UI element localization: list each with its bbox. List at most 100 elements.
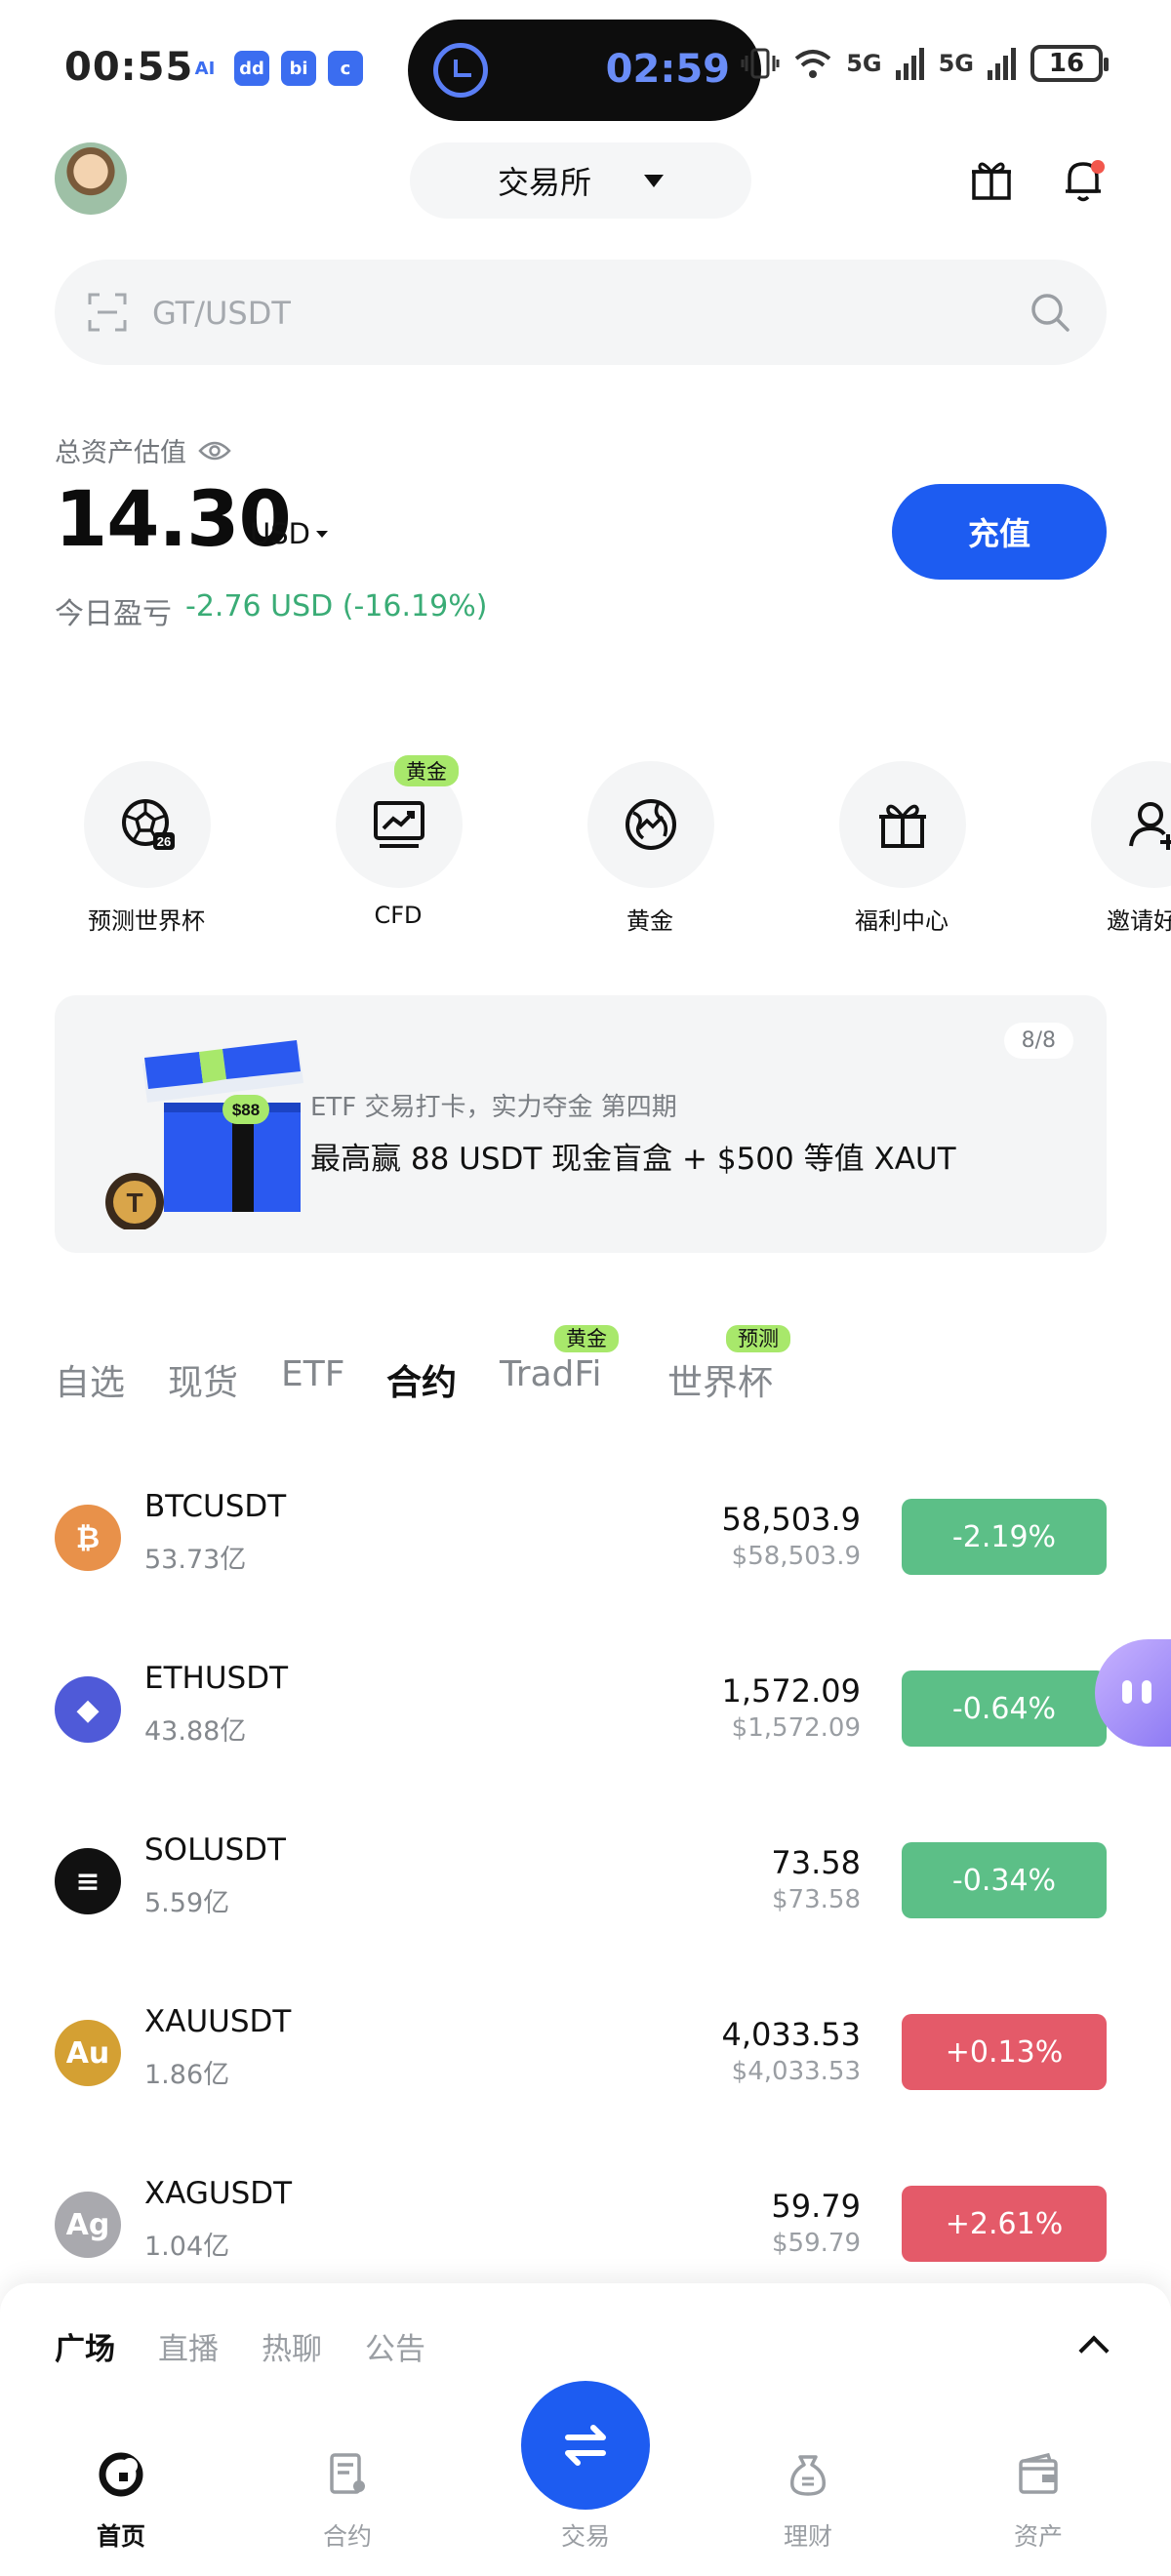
total-assets-label-text: 总资产估值 [55,438,186,468]
daily-pnl-value: -2.76 USD (-16.19%) [185,589,488,624]
tab-badge: 预测 [726,1325,790,1352]
tab-live[interactable]: 直播 [158,2324,219,2373]
change-percent-pill[interactable]: -0.34% [902,1842,1107,1918]
change-percent-pill[interactable]: -0.64% [902,1670,1107,1747]
nav-label: 理财 [783,2522,832,2551]
market-price: 58,503.9 [721,1501,862,1538]
tab-square[interactable]: 广场 [55,2324,115,2373]
market-row[interactable]: ◆ ETHUSDT 43.88亿 1,572.09 $1,572.09 -0.64% [55,1655,1107,1762]
market-symbol: SOLUSDT [144,1832,286,1868]
currency-selector[interactable]: USD [250,517,328,550]
status-app-icons: AI dd bi c [187,51,363,86]
market-symbol: XAUUSDT [144,2004,292,2039]
tab-hot-chat[interactable]: 热聊 [262,2324,322,2373]
exchange-switch[interactable]: 交易所 [410,142,751,219]
deposit-button[interactable]: 充值 [892,484,1107,580]
chart-board-icon [374,801,424,848]
delivery-app-icon: dd [234,51,269,86]
tab-worldcup[interactable]: 世界杯 [667,1354,773,1405]
tab-favorites[interactable]: 自选 [55,1354,125,1405]
contract-icon [330,2453,365,2494]
market-price-usd: $58,503.9 [731,1542,861,1571]
search-icon[interactable] [1029,291,1071,334]
banner-page-indicator: 8/8 [1003,1023,1073,1059]
shortcut-label: 福利中心 [855,907,949,935]
network-type-1: 5G [846,50,882,77]
market-volume: 53.73亿 [144,1545,247,1575]
status-time: 00:55 [64,45,194,90]
shortcut-gold[interactable]: 黄金 [552,761,747,937]
svg-text:26: 26 [157,834,171,849]
svg-text:T: T [126,1187,142,1218]
shortcut-label: 预测世界杯 [88,907,205,935]
market-price-usd: $4,033.53 [731,2057,861,2086]
nav-label: 合约 [322,2522,372,2551]
shortcut-bar: 26 预测世界杯 黄金 CFD 黄金 福利中心 邀请好友 [0,755,1171,937]
market-price: 73.58 [771,1844,861,1881]
user-add-icon [1129,802,1171,850]
battery-indicator: 16 [1030,45,1109,82]
tab-spot[interactable]: 现货 [168,1354,238,1405]
tab-futures[interactable]: 合约 [386,1354,457,1405]
wealth-icon [790,2455,826,2496]
change-percent-pill[interactable]: +2.61% [902,2186,1107,2262]
chevron-up-icon[interactable] [1078,2335,1110,2366]
wallet-icon [1019,2452,1058,2494]
market-row[interactable]: ≡ SOLUSDT 5.59亿 73.58 $73.58 -0.34% [55,1827,1107,1934]
market-row[interactable]: Ag XAGUSDT 1.04亿 59.79 $59.79 +2.61% [55,2170,1107,2277]
globe-icon [626,799,676,850]
scan-icon[interactable] [88,293,127,332]
currency-label: USD [250,517,310,550]
tab-etf[interactable]: ETF [281,1354,344,1394]
banner-title: 最高赢 88 USDT 现金盲盒 + $500 等值 XAUT [310,1142,956,1177]
home-icon [99,2452,143,2497]
eye-icon[interactable] [198,440,231,462]
network-type-2: 5G [938,50,974,77]
football-icon: 26 [122,799,175,850]
market-price-usd: $59.79 [772,2229,861,2258]
service-app-icon: c [328,51,363,86]
change-percent-pill[interactable]: +0.13% [902,2014,1107,2090]
caret-down-icon [644,174,664,187]
nav-futures[interactable]: 合约 [269,2400,425,2576]
shortcut-worldcup-prediction[interactable]: 26 预测世界杯 [49,761,244,937]
market-tabs: 自选 现货 ETF 合约 TradFi 黄金 世界杯 预测 [55,1325,1128,1413]
market-symbol: BTCUSDT [144,1489,287,1524]
gift-box-illustration: $88 T [105,1040,303,1229]
market-price-usd: $73.58 [772,1885,861,1914]
promo-banner[interactable]: $88 T ETF 交易打卡，实力夺金 第四期 最高赢 88 USDT 现金盲盒… [55,995,1107,1253]
notification-dot [1091,160,1105,174]
sheet-tabs: 广场 直播 热聊 公告 [55,2324,425,2373]
shopping-app-icon: bi [281,51,316,86]
shortcut-cfd[interactable]: 黄金 CFD [301,755,496,937]
search-input[interactable]: GT/USDT [152,295,291,332]
market-row[interactable]: ₿ BTCUSDT 53.73亿 58,503.9 $58,503.9 -2.19% [55,1483,1107,1590]
signal-icon [895,48,924,80]
coin-icon: Au [55,2020,121,2086]
change-percent-pill[interactable]: -2.19% [902,1499,1107,1575]
caret-down-icon [315,530,328,538]
total-assets-label: 总资产估值 [55,431,231,469]
market-symbol: ETHUSDT [144,1661,289,1696]
coin-icon: ◆ [55,1676,121,1743]
shortcut-label: 黄金 [626,907,673,935]
island-timer: 02:59 [605,47,730,92]
market-price-usd: $1,572.09 [731,1713,861,1743]
nav-label: 交易 [560,2522,610,2551]
tab-tradfi[interactable]: TradFi [500,1354,602,1394]
market-row[interactable]: Au XAUUSDT 1.86亿 4,033.53 $4,033.53 +0.13% [55,1998,1107,2106]
nav-assets[interactable]: 资产 [960,2400,1116,2576]
dynamic-island[interactable]: 02:59 [408,20,761,121]
tab-announcements[interactable]: 公告 [365,2324,425,2373]
gift-icon[interactable] [970,158,1013,201]
search-bar[interactable]: GT/USDT [55,260,1107,365]
shortcut-invite-friends[interactable]: 邀请好友 [1056,761,1171,937]
nav-home[interactable]: 首页 [43,2400,199,2576]
market-price: 1,572.09 [721,1672,862,1710]
wifi-icon [794,50,831,78]
trade-button[interactable] [521,2381,650,2510]
avatar[interactable] [55,142,127,215]
nav-earn[interactable]: 理财 [730,2400,886,2576]
shortcut-rewards-center[interactable]: 福利中心 [804,761,999,937]
coin-icon: Ag [55,2192,121,2258]
